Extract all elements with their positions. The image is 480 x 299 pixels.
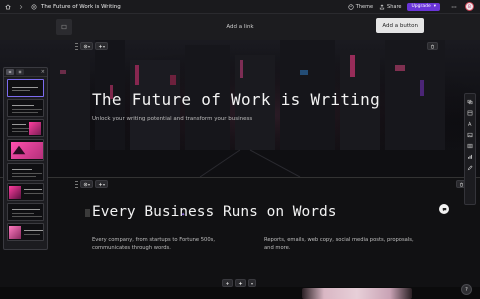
slide-thumbnail[interactable] (7, 79, 44, 97)
slides-panel-header: × (4, 68, 47, 77)
help-button[interactable]: ? (461, 284, 472, 295)
home-icon[interactable] (3, 2, 13, 12)
add-link-button[interactable]: Add a link (226, 24, 253, 30)
nav-header-band: Add a link Add a button (0, 14, 480, 40)
table-icon[interactable] (467, 142, 474, 149)
pen-icon[interactable] (467, 164, 474, 171)
image-icon[interactable] (467, 131, 474, 138)
avatar-initials: B (468, 4, 471, 9)
chevron-right-icon (16, 2, 26, 12)
ai-generate-button[interactable] (235, 279, 246, 287)
chevron-down-icon: ▾ (88, 43, 91, 49)
palette-icon (348, 3, 354, 10)
drag-handle-icon[interactable] (75, 180, 78, 188)
add-block-toolbar: ▾ (222, 279, 257, 287)
slide-thumbnail[interactable] (7, 203, 44, 221)
help-label: ? (465, 286, 468, 293)
block-ai-button[interactable]: ▾ (95, 42, 109, 50)
slide-thumbnail[interactable] (7, 99, 44, 117)
chart-icon[interactable] (467, 153, 474, 160)
editor-app: The Future of Work is Writing Theme Shar… (0, 0, 480, 299)
image-icon (61, 24, 67, 30)
pyramid-icon (12, 145, 26, 155)
block-settings-button[interactable]: ▾ (80, 180, 94, 188)
logo-placeholder[interactable] (56, 19, 72, 35)
document-title[interactable]: The Future of Work is Writing (41, 4, 121, 10)
slide-thumbnail[interactable] (7, 119, 44, 137)
chevron-down-icon: ▾ (103, 43, 106, 49)
text-cursor-handle[interactable] (85, 209, 90, 217)
chevron-down-icon: ▾ (251, 280, 254, 286)
more-icon[interactable] (449, 2, 459, 12)
upgrade-label: Upgrade (411, 4, 431, 9)
chat-icon (442, 207, 446, 211)
theme-label: Theme (355, 3, 374, 10)
trash-icon (431, 44, 434, 48)
text-icon[interactable] (467, 120, 474, 127)
section-text-left[interactable]: Every company, from startups to Fortune … (92, 236, 222, 252)
words-section[interactable]: ▾ ▾ Every Business Runs on Words ✦ Every… (0, 177, 480, 287)
block-settings-button[interactable]: ▾ (80, 42, 94, 50)
list-icon (8, 71, 12, 73)
section-title[interactable]: Every Business Runs on Words (92, 204, 336, 220)
hero-section[interactable]: ▾ ▾ The Future of Work is Writing Unlock… (0, 40, 480, 177)
layout-icon[interactable] (467, 109, 474, 116)
user-avatar[interactable]: B (465, 2, 474, 11)
sparkle-icon (238, 281, 243, 285)
top-bar: The Future of Work is Writing Theme Shar… (0, 0, 480, 14)
chevron-down-icon: ▾ (433, 4, 436, 9)
tab-list-view[interactable] (6, 69, 14, 75)
plus-icon (226, 281, 229, 285)
block-ai-button[interactable]: ▾ (95, 180, 109, 188)
slide-thumbnail[interactable] (7, 139, 44, 161)
upgrade-button[interactable]: Upgrade ▾ (407, 2, 440, 11)
hero-block-toolbar: ▾ ▾ (75, 42, 109, 50)
chat-button[interactable] (439, 204, 449, 214)
cards-icon[interactable] (467, 98, 474, 105)
sparkle-icon: ✦ (181, 212, 186, 218)
preview-image (302, 288, 412, 299)
close-icon[interactable]: × (41, 69, 45, 75)
section-text-right[interactable]: Reports, emails, web copy, social media … (264, 236, 424, 252)
add-button-button[interactable]: Add a button (376, 18, 424, 33)
add-button-label: Add a button (382, 22, 418, 29)
slide-thumbnail[interactable] (7, 163, 44, 181)
slide-thumbnail[interactable] (7, 223, 44, 241)
share-icon (379, 3, 385, 9)
insert-toolbar (464, 93, 476, 205)
drag-handle-icon[interactable] (75, 42, 78, 50)
share-label: Share (387, 3, 402, 10)
theme-button[interactable]: Theme (348, 4, 373, 10)
document-icon (29, 2, 39, 12)
tab-grid-view[interactable] (16, 69, 24, 75)
hero-subtitle[interactable]: Unlock your writing potential and transf… (92, 116, 252, 122)
delete-block-button[interactable] (427, 42, 438, 50)
slide-thumbnail[interactable] (7, 183, 44, 201)
share-button[interactable]: Share (379, 4, 401, 10)
chevron-down-icon: ▾ (103, 181, 106, 187)
hero-title[interactable]: The Future of Work is Writing (92, 90, 380, 109)
chevron-down-button[interactable]: ▾ (248, 279, 257, 287)
chevron-down-icon: ▾ (88, 181, 91, 187)
slides-panel: × (3, 67, 48, 250)
add-block-button[interactable] (222, 279, 233, 287)
section-block-toolbar: ▾ ▾ (75, 180, 109, 188)
grid-icon (18, 70, 22, 74)
